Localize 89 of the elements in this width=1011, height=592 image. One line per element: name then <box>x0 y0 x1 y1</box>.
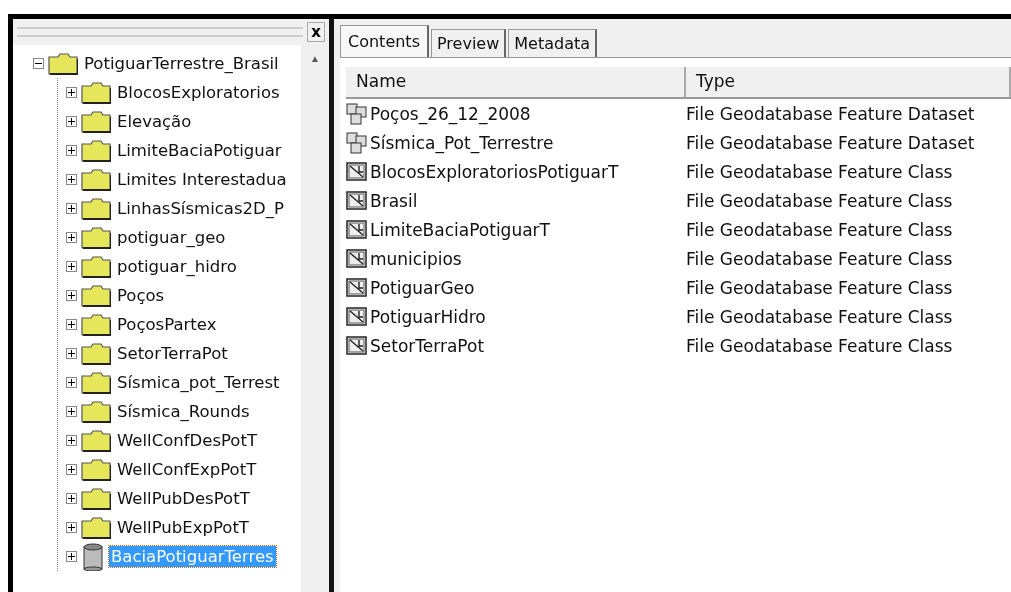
tab[interactable]: Metadata <box>508 29 597 57</box>
folder-icon <box>81 81 111 104</box>
feature-class-icon <box>346 190 368 211</box>
tab[interactable]: Contents <box>340 25 429 57</box>
expander-icon[interactable] <box>66 464 77 475</box>
folder-icon <box>81 110 111 133</box>
dataset-icon <box>346 131 368 154</box>
close-button[interactable]: x <box>307 22 325 42</box>
expander-icon[interactable] <box>66 145 77 156</box>
expander-icon[interactable] <box>66 348 77 359</box>
folder-icon <box>81 197 111 220</box>
tree-item[interactable]: WellPubExpPotT <box>115 517 251 538</box>
feature-class-icon <box>346 248 368 269</box>
item-type: File Geodatabase Feature Class <box>686 306 954 327</box>
scrollbar[interactable]: ▲ <box>301 45 329 592</box>
folder-icon <box>48 52 78 75</box>
item-name[interactable]: PotiguarGeo <box>370 277 475 298</box>
item-name[interactable]: municipios <box>370 248 462 269</box>
feature-class-icon <box>346 219 368 240</box>
expander-icon[interactable] <box>66 261 77 272</box>
dataset-icon <box>346 102 368 125</box>
item-name[interactable]: Brasil <box>370 190 418 211</box>
expander-icon[interactable] <box>66 551 77 562</box>
item-name[interactable]: BlocosExploratoriosPotiguarT <box>370 161 619 182</box>
expander-icon[interactable] <box>66 232 77 243</box>
folder-icon <box>81 139 111 162</box>
folder-icon <box>81 487 111 510</box>
item-type: File Geodatabase Feature Dataset <box>686 103 976 124</box>
item-type: File Geodatabase Feature Class <box>686 248 954 269</box>
tree-item[interactable]: LinhasSísmicas2D_P <box>115 198 286 219</box>
folder-icon <box>81 429 111 452</box>
expander-icon[interactable] <box>66 116 77 127</box>
tree-item[interactable]: Elevação <box>115 111 194 132</box>
tree-item[interactable]: WellConfDesPotT <box>115 430 259 451</box>
tree-item[interactable]: LimiteBaciaPotiguar <box>115 140 284 161</box>
tree-item[interactable]: Sísmica_pot_Terrest <box>115 372 282 393</box>
folder-icon <box>81 255 111 278</box>
item-name[interactable]: PotiguarHidro <box>370 306 486 327</box>
feature-class-icon <box>346 161 368 182</box>
grip-handle[interactable] <box>17 27 304 37</box>
item-type: File Geodatabase Feature Dataset <box>686 132 976 153</box>
expander-icon[interactable] <box>66 319 77 330</box>
item-type: File Geodatabase Feature Class <box>686 161 954 182</box>
folder-icon <box>81 284 111 307</box>
scroll-up-button[interactable]: ▲ <box>304 45 326 65</box>
expander-icon[interactable] <box>66 435 77 446</box>
folder-icon <box>81 400 111 423</box>
tree-item[interactable]: WellPubDesPotT <box>115 488 252 509</box>
item-type: File Geodatabase Feature Class <box>686 219 954 240</box>
tree-item[interactable]: PoçosPartex <box>115 314 219 335</box>
folder-icon <box>81 342 111 365</box>
item-name[interactable]: Sísmica_Pot_Terrestre <box>370 132 554 153</box>
expander-icon[interactable] <box>66 87 77 98</box>
item-type: File Geodatabase Feature Class <box>686 277 954 298</box>
feature-class-icon <box>346 306 368 327</box>
folder-icon <box>81 226 111 249</box>
expander-icon[interactable] <box>66 377 77 388</box>
tree-item[interactable]: WellConfExpPotT <box>115 459 259 480</box>
tree-item[interactable]: potiguar_geo <box>115 227 228 248</box>
tree-item[interactable]: Poços <box>115 285 167 306</box>
expander-icon[interactable] <box>66 174 77 185</box>
column-header[interactable]: Name <box>346 67 686 97</box>
folder-icon <box>81 516 111 539</box>
tree-item[interactable]: BlocosExploratorios <box>115 82 282 103</box>
expander-icon[interactable] <box>33 58 44 69</box>
item-type: File Geodatabase Feature Class <box>686 335 954 356</box>
tree-item[interactable]: PotiguarTerrestre_Brasil <box>82 53 281 74</box>
expander-icon[interactable] <box>66 290 77 301</box>
expander-icon[interactable] <box>66 203 77 214</box>
folder-icon <box>81 458 111 481</box>
tree-item[interactable]: SetorTerraPot <box>115 343 230 364</box>
folder-icon <box>81 371 111 394</box>
tree-item[interactable]: Limites Interestadua <box>115 169 289 190</box>
item-name[interactable]: Poços_26_12_2008 <box>370 103 531 124</box>
tree-item[interactable]: potiguar_hidro <box>115 256 239 277</box>
folder-icon <box>81 313 111 336</box>
item-name[interactable]: LimiteBaciaPotiguarT <box>370 219 550 240</box>
feature-class-icon <box>346 277 368 298</box>
expander-icon[interactable] <box>66 522 77 533</box>
item-type: File Geodatabase Feature Class <box>686 190 954 211</box>
feature-class-icon <box>346 335 368 356</box>
expander-icon[interactable] <box>66 493 77 504</box>
tree-item[interactable]: Sísmica_Rounds <box>115 401 252 422</box>
tab[interactable]: Preview <box>430 29 507 57</box>
item-name[interactable]: SetorTerraPot <box>370 335 485 356</box>
folder-icon <box>81 168 111 191</box>
database-icon <box>81 542 105 571</box>
expander-icon[interactable] <box>66 406 77 417</box>
column-header[interactable]: Type <box>686 67 1011 97</box>
